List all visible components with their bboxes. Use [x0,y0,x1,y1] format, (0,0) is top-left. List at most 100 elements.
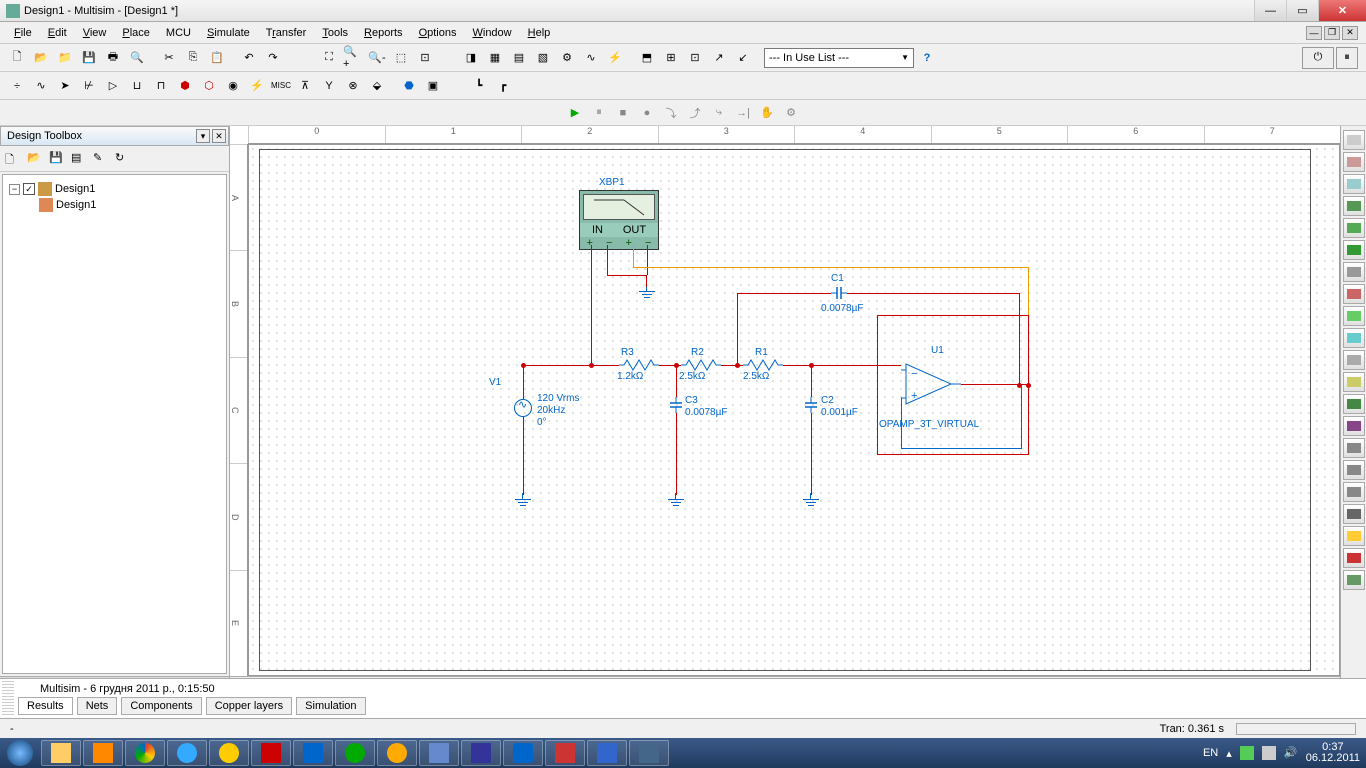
agilent-fgen-icon[interactable] [1343,438,1365,458]
create-ultiboard-icon[interactable]: ↗ [708,47,730,69]
breakpoint-icon[interactable]: ✋ [757,103,777,123]
frequency-counter-icon[interactable] [1343,262,1365,282]
indicator-icon[interactable]: ◉ [222,75,244,97]
menu-help[interactable]: Help [520,25,559,41]
menu-options[interactable]: Options [411,25,465,41]
zoom-fit-icon[interactable]: ⊡ [414,47,436,69]
basic-icon[interactable]: ∿ [30,75,52,97]
analysis-icon[interactable]: ∿ [580,47,602,69]
menu-view[interactable]: View [75,25,115,41]
resistor-r1[interactable] [743,359,783,371]
task-kmp[interactable] [293,740,333,766]
undo-icon[interactable]: ↶ [238,47,260,69]
wire[interactable] [901,448,1021,449]
wire[interactable] [676,413,677,495]
wire[interactable] [737,293,831,294]
tree-collapse-icon[interactable]: − [9,184,20,195]
task-aimp[interactable] [377,740,417,766]
wire[interactable] [811,365,812,397]
current-probe-icon[interactable] [1343,570,1365,590]
measurement-probe-icon[interactable] [1343,548,1365,568]
electrical-rules-icon[interactable]: ⚡ [604,47,626,69]
task-word[interactable] [587,740,627,766]
step-out-icon[interactable]: ⤷ [709,103,729,123]
run-button[interactable]: ▶ [565,103,585,123]
tray-battery-icon[interactable] [1240,746,1254,760]
distortion-analyzer-icon[interactable] [1343,372,1365,392]
postprocessor-icon[interactable]: ⚙ [556,47,578,69]
ground-icon[interactable] [513,493,533,509]
menu-tools[interactable]: Tools [314,25,356,41]
tray-up-icon[interactable]: ▴ [1226,747,1232,760]
wire[interactable] [633,267,1028,268]
power-icon[interactable]: ⚡ [246,75,268,97]
menu-reports[interactable]: Reports [356,25,411,41]
tray-lang[interactable]: EN [1203,747,1218,759]
wire[interactable] [847,293,1019,294]
paste-icon[interactable]: 📋 [206,47,228,69]
wire[interactable] [647,245,648,275]
agilent-multimeter-icon[interactable] [1343,460,1365,480]
task-multisim[interactable] [629,740,669,766]
tray-network-icon[interactable] [1262,746,1276,760]
rename-icon[interactable]: ✎ [92,150,110,168]
labview-instrument-icon[interactable] [1343,526,1365,546]
tree-root-label[interactable]: Design1 [55,183,95,195]
pause-sim-icon[interactable]: ⏸ [1336,47,1358,69]
tree-child-label[interactable]: Design1 [56,199,96,211]
wire[interactable] [591,245,592,365]
wire[interactable] [607,275,647,276]
toolbox-close-icon[interactable]: ✕ [212,129,226,143]
pause-button[interactable]: ⏸ [589,103,609,123]
ac-source[interactable] [514,399,532,417]
refresh-icon[interactable]: ↻ [114,150,132,168]
spreadsheet-icon[interactable]: ▤ [508,47,530,69]
mcu-icon[interactable]: ▣ [422,75,444,97]
copy-icon[interactable]: ⎘ [182,47,204,69]
task-chrome[interactable] [125,740,165,766]
ground-icon[interactable] [637,285,657,301]
wattmeter-icon[interactable] [1343,174,1365,194]
mdi-restore-button[interactable]: ❐ [1324,26,1340,40]
save-icon[interactable]: 💾 [78,47,100,69]
print-icon[interactable]: 🖶 [102,47,124,69]
diode-icon[interactable]: ➤ [54,75,76,97]
electromech-icon[interactable]: ⊗ [342,75,364,97]
record-button[interactable]: ● [637,103,657,123]
close-button[interactable]: ✕ [1318,0,1366,21]
spectrum-analyzer-icon[interactable] [1343,394,1365,414]
maximize-button[interactable]: ▭ [1286,0,1318,21]
wire[interactable] [523,365,619,366]
print-preview-icon[interactable]: 🔍 [126,47,148,69]
new-schematic-icon[interactable]: 🗋 [4,150,22,168]
help-icon[interactable]: ? [916,47,938,69]
tab-copper-layers[interactable]: Copper layers [206,697,292,715]
ni-icon[interactable]: ⬙ [366,75,388,97]
logic-converter-icon[interactable] [1343,328,1365,348]
function-generator-icon[interactable] [1343,152,1365,172]
database-manager-icon[interactable]: ⊞ [660,47,682,69]
opamp[interactable]: − + [901,359,961,412]
task-utorrent[interactable] [335,740,375,766]
stop-button[interactable]: ■ [613,103,633,123]
minimize-button[interactable]: — [1254,0,1286,21]
schematic-list-icon[interactable]: ▤ [70,150,88,168]
word-generator-icon[interactable] [1343,284,1365,304]
tab-simulation[interactable]: Simulation [296,697,365,715]
mixed-icon[interactable]: ⬡ [198,75,220,97]
misc-icon[interactable]: MISC [270,75,292,97]
in-use-list-dropdown[interactable]: --- In Use List --- ▼ [764,48,914,68]
rf-icon[interactable]: Y [318,75,340,97]
task-app3[interactable] [461,740,501,766]
tray-clock[interactable]: 0:37 06.12.2011 [1306,742,1360,764]
fullscreen-icon[interactable]: ⛶ [318,47,340,69]
wire[interactable] [633,245,634,267]
menu-mcu[interactable]: MCU [158,25,199,41]
task-app1[interactable] [209,740,249,766]
zoom-in-icon[interactable]: 🔍+ [342,47,364,69]
menu-transfer[interactable]: Transfer [258,25,315,41]
logic-analyzer-icon[interactable] [1343,306,1365,326]
simulate-switch-icon[interactable]: ⏻ [1302,47,1334,69]
tab-components[interactable]: Components [121,697,201,715]
settings-icon[interactable]: ⚙ [781,103,801,123]
